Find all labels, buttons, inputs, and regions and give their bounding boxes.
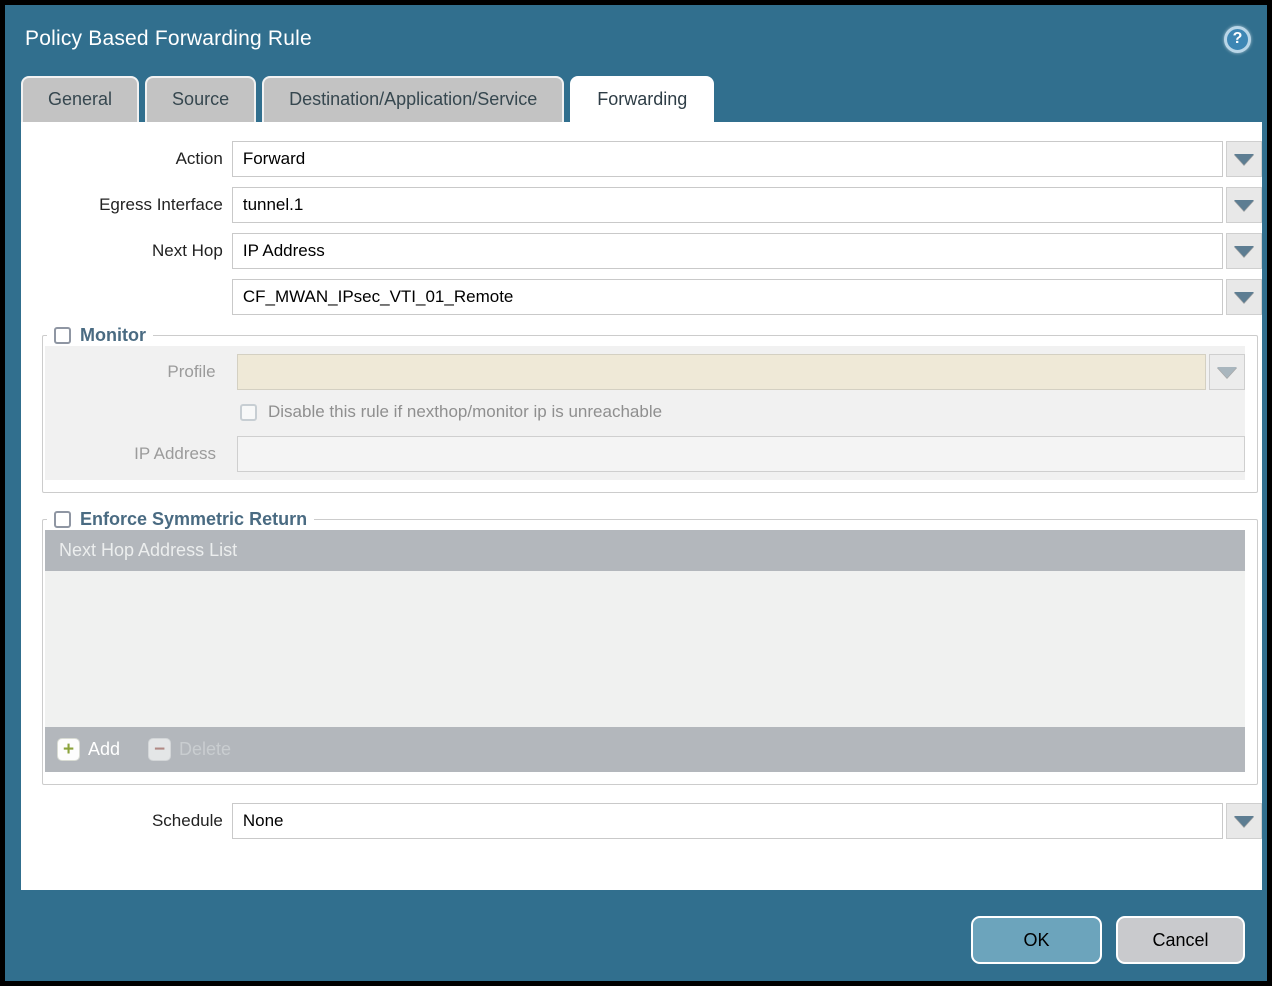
profile-row: Profile: [45, 354, 1245, 390]
next-hop-address-dropdown-button[interactable]: [1226, 279, 1262, 315]
enforce-symmetric-return-checkbox[interactable]: [54, 511, 71, 528]
profile-dropdown-button: [1209, 354, 1245, 390]
cancel-button[interactable]: Cancel: [1116, 916, 1245, 964]
tab-forwarding[interactable]: Forwarding: [570, 76, 714, 122]
chevron-down-icon: [1234, 246, 1254, 257]
disable-rule-checkbox: [240, 404, 257, 421]
disable-rule-row: Disable this rule if nexthop/monitor ip …: [240, 402, 1245, 422]
enforce-symmetric-return-section: Enforce Symmetric Return Next Hop Addres…: [42, 509, 1258, 785]
delete-button-label: Delete: [179, 739, 231, 760]
minus-icon: −: [148, 738, 171, 761]
next-hop-dropdown-button[interactable]: [1226, 233, 1262, 269]
schedule-input[interactable]: [232, 803, 1223, 839]
schedule-dropdown-button[interactable]: [1226, 803, 1262, 839]
dialog-footer: OK Cancel: [5, 890, 1267, 964]
delete-button: − Delete: [148, 738, 231, 761]
enforce-symmetric-return-title: Enforce Symmetric Return: [80, 509, 307, 530]
add-button-label: Add: [88, 739, 120, 760]
profile-label: Profile: [45, 362, 237, 382]
monitor-ip-address-label: IP Address: [45, 444, 237, 464]
monitor-body: Profile Disable this rule if nexthop/mon…: [45, 346, 1245, 480]
egress-interface-row: Egress Interface: [21, 187, 1262, 223]
disable-rule-label: Disable this rule if nexthop/monitor ip …: [268, 402, 662, 422]
schedule-label: Schedule: [21, 811, 232, 831]
monitor-ip-address-row: IP Address: [45, 436, 1245, 472]
add-button[interactable]: + Add: [57, 738, 120, 761]
title-bar: Policy Based Forwarding Rule ?: [5, 5, 1267, 73]
plus-icon: +: [57, 738, 80, 761]
monitor-title: Monitor: [80, 325, 146, 346]
dialog-window: Policy Based Forwarding Rule ? General S…: [0, 0, 1272, 986]
monitor-ip-address-input: [237, 436, 1245, 472]
tab-general[interactable]: General: [21, 76, 139, 122]
monitor-legend: Monitor: [47, 325, 153, 346]
help-icon[interactable]: ?: [1224, 26, 1251, 53]
egress-interface-input[interactable]: [232, 187, 1223, 223]
schedule-row: Schedule: [21, 803, 1262, 839]
next-hop-address-list-header: Next Hop Address List: [45, 530, 1245, 571]
action-row: Action: [21, 141, 1262, 177]
egress-interface-label: Egress Interface: [21, 195, 232, 215]
ok-button[interactable]: OK: [971, 916, 1102, 964]
tab-source[interactable]: Source: [145, 76, 256, 122]
enforce-symmetric-return-legend: Enforce Symmetric Return: [47, 509, 314, 530]
next-hop-address-row: [21, 279, 1262, 315]
next-hop-address-input[interactable]: [232, 279, 1223, 315]
next-hop-address-list-table: Next Hop Address List + Add − Delete: [45, 530, 1245, 772]
profile-input: [237, 354, 1207, 390]
next-hop-row: Next Hop: [21, 233, 1262, 269]
monitor-section: Monitor Profile Disable this rule if nex…: [42, 325, 1258, 493]
next-hop-address-list-toolbar: + Add − Delete: [45, 727, 1245, 772]
action-input[interactable]: [232, 141, 1223, 177]
egress-interface-dropdown-button[interactable]: [1226, 187, 1262, 223]
monitor-checkbox[interactable]: [54, 327, 71, 344]
chevron-down-icon: [1217, 367, 1237, 378]
chevron-down-icon: [1234, 154, 1254, 165]
tab-bar: General Source Destination/Application/S…: [5, 73, 1267, 122]
chevron-down-icon: [1234, 816, 1254, 827]
chevron-down-icon: [1234, 200, 1254, 211]
action-dropdown-button[interactable]: [1226, 141, 1262, 177]
tab-destination-application-service[interactable]: Destination/Application/Service: [262, 76, 564, 122]
next-hop-label: Next Hop: [21, 241, 232, 261]
tab-content-panel: Action Egress Interface Next Hop: [21, 122, 1262, 890]
chevron-down-icon: [1234, 292, 1254, 303]
dialog-title: Policy Based Forwarding Rule: [25, 27, 312, 51]
next-hop-address-list-body: [45, 571, 1245, 727]
next-hop-type-input[interactable]: [232, 233, 1223, 269]
action-label: Action: [21, 149, 232, 169]
